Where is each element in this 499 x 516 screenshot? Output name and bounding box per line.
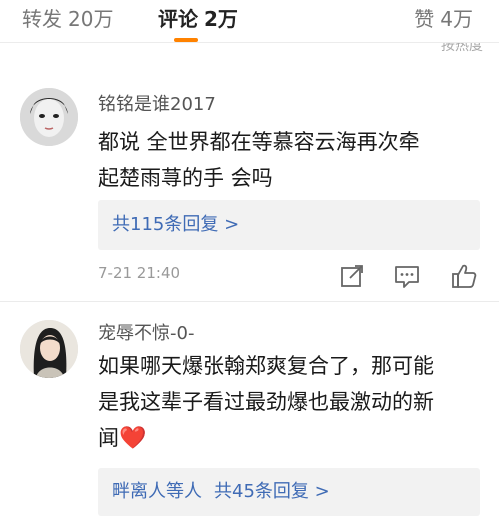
tab-comments-count: 2万 bbox=[204, 7, 238, 31]
replies-link[interactable]: 畔离人等人 共45条回复 > bbox=[98, 468, 480, 516]
avatar[interactable] bbox=[20, 320, 78, 378]
heart-emoji: ❤️ bbox=[119, 426, 147, 451]
comment-text-line: 如果哪天爆张翰郑爽复合了，那可能 bbox=[98, 354, 434, 378]
active-tab-indicator bbox=[174, 38, 198, 42]
avatar[interactable] bbox=[20, 88, 78, 146]
tab-likes-label: 赞 bbox=[414, 7, 435, 31]
replies-link[interactable]: 共115条回复 > bbox=[98, 200, 480, 250]
username[interactable]: 铭铭是谁2017 bbox=[98, 90, 216, 116]
comment-text-line: 都说 全世界都在等慕容云海再次牵 bbox=[98, 130, 420, 154]
tab-comments-label: 评论 bbox=[158, 7, 198, 31]
comment-icon[interactable] bbox=[393, 262, 421, 290]
comment-divider bbox=[0, 301, 499, 302]
share-icon[interactable] bbox=[338, 262, 366, 290]
comment-timestamp: 7-21 21:40 bbox=[98, 264, 181, 282]
tab-likes-count: 4万 bbox=[440, 7, 473, 31]
comment-text-line: 起楚雨荨的手 会吗 bbox=[98, 166, 273, 190]
comment-text: 都说 全世界都在等慕容云海再次牵 起楚雨荨的手 会吗 bbox=[98, 124, 478, 196]
tab-likes[interactable]: 赞 4万 bbox=[414, 6, 473, 32]
tab-reposts[interactable]: 转发 20万 bbox=[22, 6, 113, 32]
avatar-image bbox=[20, 88, 78, 146]
avatar-image bbox=[20, 320, 78, 378]
comment-tabs: 转发 20万 评论 2万 赞 4万 bbox=[0, 0, 499, 43]
sort-order-toggle[interactable]: 按热度 bbox=[441, 43, 483, 53]
tab-comments[interactable]: 评论 2万 bbox=[158, 6, 238, 32]
tab-reposts-label: 转发 bbox=[22, 7, 62, 31]
tab-reposts-count: 20万 bbox=[68, 7, 114, 31]
comment-text: 如果哪天爆张翰郑爽复合了，那可能 是我这辈子看过最劲爆也最激动的新 闻❤️ bbox=[98, 348, 478, 457]
reply-count: 共45条回复 > bbox=[214, 481, 330, 502]
comment-text-line: 是我这辈子看过最劲爆也最激动的新 bbox=[98, 390, 434, 414]
thumbs-up-icon[interactable] bbox=[450, 262, 478, 290]
username[interactable]: 宠辱不惊-0- bbox=[98, 319, 194, 345]
reply-users: 畔离人等人 bbox=[112, 481, 202, 502]
comment-text-line-end: 闻 bbox=[98, 426, 119, 450]
comment-text-line: 闻❤️ bbox=[98, 420, 478, 457]
